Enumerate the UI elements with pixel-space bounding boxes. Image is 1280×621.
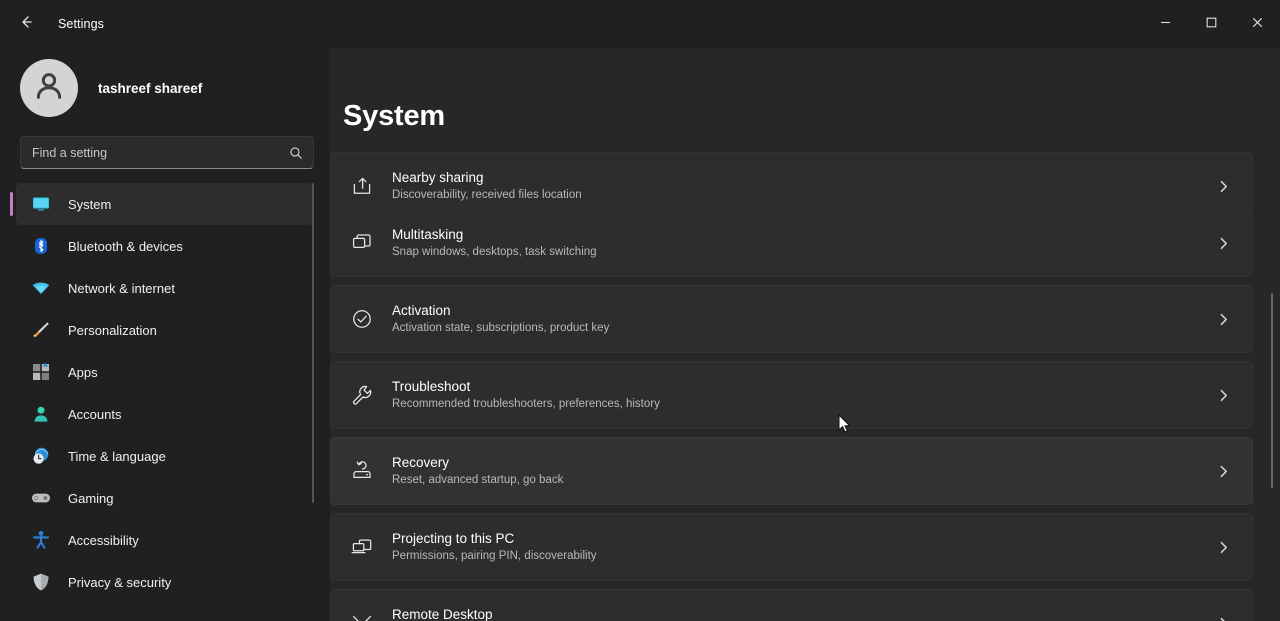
settings-row-subtitle: Permissions, pairing PIN, discoverabilit… — [392, 549, 597, 562]
sidebar-item-system[interactable]: System — [10, 183, 314, 225]
sidebar-item-gaming[interactable]: Gaming — [16, 477, 314, 519]
clock-globe-icon — [30, 445, 52, 467]
app-title: Settings — [58, 17, 104, 31]
sidebar-item-network-internet[interactable]: Network & internet — [16, 267, 314, 309]
sidebar-item-label: Time & language — [68, 448, 166, 464]
project-screen-icon — [348, 533, 376, 561]
recovery-disk-icon — [348, 457, 376, 485]
settings-row-text: Activation Activation state, subscriptio… — [392, 303, 609, 335]
chevron-right-icon — [1217, 617, 1230, 621]
bluetooth-icon — [30, 235, 52, 257]
maximize-icon — [1206, 15, 1217, 33]
sidebar-item-label: Network & internet — [68, 280, 175, 296]
avatar — [20, 59, 78, 117]
settings-row-subtitle: Discoverability, received files location — [392, 188, 582, 201]
minimize-icon — [1160, 15, 1171, 33]
search-input[interactable] — [21, 145, 313, 160]
chevron-right-icon — [1217, 541, 1230, 554]
back-button[interactable] — [10, 8, 42, 40]
user-name: tashreef shareef — [98, 80, 203, 96]
sidebar-item-personalization[interactable]: Personalization — [16, 309, 314, 351]
settings-row-troubleshoot[interactable]: Troubleshoot Recommended troubleshooters… — [330, 361, 1253, 429]
settings-row-title: Troubleshoot — [392, 379, 471, 395]
settings-row-text: Multitasking Snap windows, desktops, tas… — [392, 227, 597, 259]
settings-row-title: Multitasking — [392, 227, 464, 243]
close-button[interactable] — [1234, 0, 1280, 48]
settings-row-text: Recovery Reset, advanced startup, go bac… — [392, 455, 563, 487]
sidebar-item-label: Gaming — [68, 490, 114, 506]
minimize-button[interactable] — [1142, 0, 1188, 48]
settings-row-remote-desktop[interactable]: Remote Desktop Remote Desktop users, con… — [330, 589, 1253, 621]
sidebar-nav: System Bluetooth & devices Network & int… — [0, 183, 330, 621]
chevron-right-icon — [1217, 465, 1230, 478]
gamepad-icon — [30, 487, 52, 509]
settings-window: Settings tashreef shareef Find a setting… — [0, 0, 1280, 621]
content-scrollbar[interactable] — [1271, 293, 1273, 488]
sidebar-item-accessibility[interactable]: Accessibility — [16, 519, 314, 561]
remote-desktop-icon — [348, 609, 376, 621]
share-icon — [348, 172, 376, 200]
window-controls — [1142, 0, 1280, 48]
sidebar-item-label: Bluetooth & devices — [68, 238, 183, 254]
settings-row-title: Projecting to this PC — [392, 531, 515, 547]
settings-row-title: Remote Desktop — [392, 607, 493, 621]
settings-row-subtitle: Activation state, subscriptions, product… — [392, 321, 610, 334]
wrench-icon — [348, 381, 376, 409]
sidebar-item-bluetooth-devices[interactable]: Bluetooth & devices — [16, 225, 314, 267]
person-icon — [30, 403, 52, 425]
main-content: Nearby sharing Discoverability, received… — [330, 48, 1280, 621]
sidebar-item-privacy-security[interactable]: Privacy & security — [16, 561, 314, 603]
apps-grid-icon — [30, 361, 52, 383]
back-arrow-icon — [18, 14, 34, 35]
title-bar: Settings — [0, 0, 1280, 48]
settings-row-text: Troubleshoot Recommended troubleshooters… — [392, 379, 660, 411]
accessibility-icon — [30, 529, 52, 551]
settings-row-activation[interactable]: Activation Activation state, subscriptio… — [330, 285, 1253, 353]
settings-row-title: Activation — [392, 303, 451, 319]
sidebar-item-accounts[interactable]: Accounts — [16, 393, 314, 435]
content-top-mask — [330, 48, 1280, 152]
window-body: tashreef shareef System — [0, 48, 1280, 621]
maximize-button[interactable] — [1188, 0, 1234, 48]
settings-row-subtitle: Recommended troubleshooters, preferences… — [392, 397, 660, 410]
settings-row-title: Recovery — [392, 455, 450, 471]
person-avatar-icon — [32, 69, 66, 108]
check-circle-icon — [348, 305, 376, 333]
sidebar-item-label: Apps — [68, 364, 98, 380]
settings-row-projecting-to-this-pc[interactable]: Projecting to this PC Permissions, pairi… — [330, 513, 1253, 581]
monitor-icon — [30, 193, 52, 215]
sidebar-item-label: Accounts — [68, 406, 122, 422]
sidebar-item-label: Accessibility — [68, 532, 139, 548]
chevron-right-icon — [1217, 389, 1230, 402]
settings-row-multitasking[interactable]: Multitasking Snap windows, desktops, tas… — [330, 209, 1253, 277]
sidebar-item-apps[interactable]: Apps — [16, 351, 314, 393]
shield-icon — [30, 571, 52, 593]
settings-row-text: Nearby sharing Discoverability, received… — [392, 170, 582, 202]
close-icon — [1252, 15, 1263, 33]
search-box[interactable] — [20, 136, 314, 169]
chevron-right-icon — [1217, 237, 1230, 250]
search-container — [0, 122, 330, 169]
settings-row-title: Nearby sharing — [392, 170, 484, 186]
sidebar-item-label: Personalization — [68, 322, 157, 338]
chevron-right-icon — [1217, 180, 1230, 193]
sidebar-scrollbar[interactable] — [312, 183, 314, 503]
chevron-right-icon — [1217, 313, 1230, 326]
settings-row-subtitle: Snap windows, desktops, task switching — [392, 245, 597, 258]
settings-row-subtitle: Reset, advanced startup, go back — [392, 473, 564, 486]
windows-stack-icon — [348, 229, 376, 257]
paintbrush-icon — [30, 319, 52, 341]
search-icon[interactable] — [289, 146, 303, 160]
sidebar: tashreef shareef System — [0, 48, 330, 621]
settings-row-recovery[interactable]: Recovery Reset, advanced startup, go bac… — [330, 437, 1253, 505]
sidebar-item-time-language[interactable]: Time & language — [16, 435, 314, 477]
user-profile[interactable]: tashreef shareef — [0, 48, 330, 122]
sidebar-item-label: Privacy & security — [68, 574, 172, 590]
settings-row-text: Projecting to this PC Permissions, pairi… — [392, 531, 597, 563]
settings-row-text: Remote Desktop Remote Desktop users, con… — [392, 607, 636, 621]
page-title: System — [343, 100, 445, 132]
sidebar-item-label: System — [68, 196, 112, 212]
wifi-icon — [30, 277, 52, 299]
